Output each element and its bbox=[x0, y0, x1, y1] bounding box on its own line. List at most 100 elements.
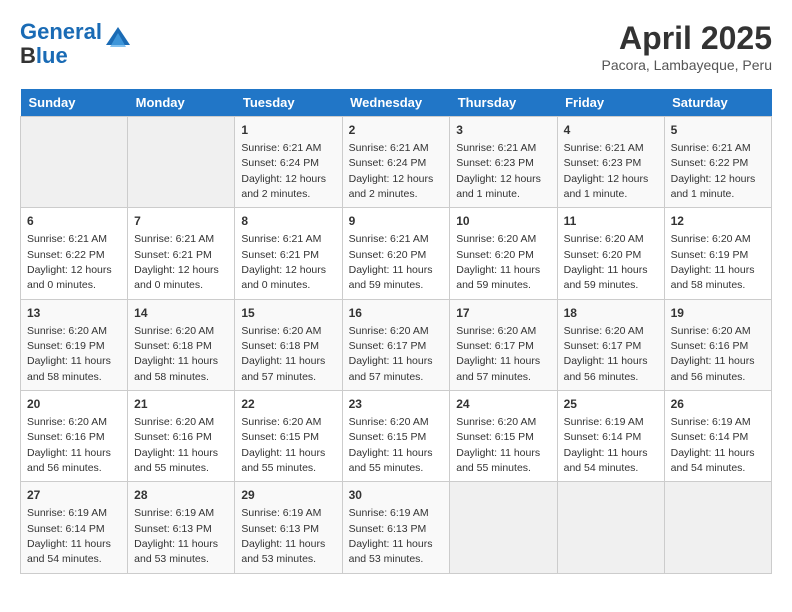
day-number: 11 bbox=[564, 213, 658, 230]
day-number: 4 bbox=[564, 122, 658, 139]
day-cell: 10 Sunrise: 6:20 AM Sunset: 6:20 PM Dayli… bbox=[450, 208, 557, 299]
title-area: April 2025 Pacora, Lambayeque, Peru bbox=[602, 20, 772, 73]
day-number: 1 bbox=[241, 122, 335, 139]
day-cell: 8Sunrise: 6:21 AM Sunset: 6:21 PM Daylig… bbox=[235, 208, 342, 299]
day-number: 19 bbox=[671, 305, 765, 322]
day-number: 15 bbox=[241, 305, 335, 322]
weekday-header-friday: Friday bbox=[557, 89, 664, 117]
day-info: Sunrise: 6:19 AM Sunset: 6:13 PM Dayligh… bbox=[349, 507, 433, 565]
day-info: Sunrise: 6:20 AM Sunset: 6:16 PM Dayligh… bbox=[134, 416, 218, 474]
header: GeneralBlue April 2025 Pacora, Lambayequ… bbox=[20, 20, 772, 73]
day-info: Sunrise: 6:21 AM Sunset: 6:21 PM Dayligh… bbox=[134, 233, 219, 291]
day-info: Sunrise: 6:21 AM Sunset: 6:24 PM Dayligh… bbox=[241, 142, 326, 200]
week-row-1: 1 Sunrise: 6:21 AM Sunset: 6:24 PM Daylig… bbox=[21, 117, 772, 208]
day-number: 6 bbox=[27, 213, 121, 230]
day-info: Sunrise: 6:20 AM Sunset: 6:16 PM Dayligh… bbox=[27, 416, 111, 474]
day-cell: 7 Sunrise: 6:21 AM Sunset: 6:21 PM Daylig… bbox=[128, 208, 235, 299]
day-number: 12 bbox=[671, 213, 765, 230]
weekday-header-saturday: Saturday bbox=[664, 89, 771, 117]
day-info: Sunrise: 6:20 AM Sunset: 6:18 PM Dayligh… bbox=[134, 325, 218, 383]
day-cell: 2Sunrise: 6:21 AM Sunset: 6:24 PM Daylig… bbox=[342, 117, 450, 208]
day-number: 9 bbox=[349, 213, 444, 230]
day-info: Sunrise: 6:20 AM Sunset: 6:20 PM Dayligh… bbox=[564, 233, 648, 291]
day-number: 24 bbox=[456, 396, 550, 413]
day-info: Sunrise: 6:19 AM Sunset: 6:14 PM Dayligh… bbox=[27, 507, 111, 565]
calendar-table: SundayMondayTuesdayWednesdayThursdayFrid… bbox=[20, 89, 772, 574]
day-cell bbox=[450, 482, 557, 573]
day-number: 3 bbox=[456, 122, 550, 139]
day-info: Sunrise: 6:20 AM Sunset: 6:17 PM Dayligh… bbox=[456, 325, 540, 383]
day-info: Sunrise: 6:19 AM Sunset: 6:13 PM Dayligh… bbox=[241, 507, 325, 565]
day-cell: 3 Sunrise: 6:21 AM Sunset: 6:23 PM Daylig… bbox=[450, 117, 557, 208]
day-cell: 15 Sunrise: 6:20 AM Sunset: 6:18 PM Dayli… bbox=[235, 299, 342, 390]
day-cell: 14 Sunrise: 6:20 AM Sunset: 6:18 PM Dayli… bbox=[128, 299, 235, 390]
day-cell: 1 Sunrise: 6:21 AM Sunset: 6:24 PM Daylig… bbox=[235, 117, 342, 208]
day-number: 30 bbox=[349, 487, 444, 504]
day-info: Sunrise: 6:21 AM Sunset: 6:22 PM Dayligh… bbox=[671, 142, 756, 200]
calendar-title: April 2025 bbox=[602, 20, 772, 57]
day-number: 13 bbox=[27, 305, 121, 322]
day-info: Sunrise: 6:20 AM Sunset: 6:15 PM Dayligh… bbox=[456, 416, 540, 474]
day-info: Sunrise: 6:19 AM Sunset: 6:14 PM Dayligh… bbox=[564, 416, 648, 474]
day-info: Sunrise: 6:21 AM Sunset: 6:22 PM Dayligh… bbox=[27, 233, 112, 291]
day-info: Sunrise: 6:19 AM Sunset: 6:13 PM Dayligh… bbox=[134, 507, 218, 565]
day-cell: 24 Sunrise: 6:20 AM Sunset: 6:15 PM Dayli… bbox=[450, 391, 557, 482]
day-info: Sunrise: 6:21 AM Sunset: 6:24 PM Dayligh… bbox=[349, 142, 434, 200]
day-cell: 20 Sunrise: 6:20 AM Sunset: 6:16 PM Dayli… bbox=[21, 391, 128, 482]
day-cell: 17 Sunrise: 6:20 AM Sunset: 6:17 PM Dayli… bbox=[450, 299, 557, 390]
day-info: Sunrise: 6:20 AM Sunset: 6:17 PM Dayligh… bbox=[349, 325, 433, 383]
week-row-3: 13 Sunrise: 6:20 AM Sunset: 6:19 PM Dayli… bbox=[21, 299, 772, 390]
weekday-header-sunday: Sunday bbox=[21, 89, 128, 117]
day-info: Sunrise: 6:20 AM Sunset: 6:15 PM Dayligh… bbox=[349, 416, 433, 474]
day-cell: 12 Sunrise: 6:20 AM Sunset: 6:19 PM Dayli… bbox=[664, 208, 771, 299]
day-cell: 22Sunrise: 6:20 AM Sunset: 6:15 PM Dayli… bbox=[235, 391, 342, 482]
weekday-header-thursday: Thursday bbox=[450, 89, 557, 117]
weekday-header-row: SundayMondayTuesdayWednesdayThursdayFrid… bbox=[21, 89, 772, 117]
week-row-5: 27 Sunrise: 6:19 AM Sunset: 6:14 PM Dayli… bbox=[21, 482, 772, 573]
day-info: Sunrise: 6:21 AM Sunset: 6:23 PM Dayligh… bbox=[456, 142, 541, 200]
day-info: Sunrise: 6:20 AM Sunset: 6:17 PM Dayligh… bbox=[564, 325, 648, 383]
day-cell: 25 Sunrise: 6:19 AM Sunset: 6:14 PM Dayli… bbox=[557, 391, 664, 482]
day-number: 14 bbox=[134, 305, 228, 322]
day-number: 10 bbox=[456, 213, 550, 230]
day-info: Sunrise: 6:20 AM Sunset: 6:19 PM Dayligh… bbox=[27, 325, 111, 383]
day-cell: 16 Sunrise: 6:20 AM Sunset: 6:17 PM Dayli… bbox=[342, 299, 450, 390]
day-number: 17 bbox=[456, 305, 550, 322]
day-cell bbox=[21, 117, 128, 208]
day-cell: 21Sunrise: 6:20 AM Sunset: 6:16 PM Dayli… bbox=[128, 391, 235, 482]
logo-icon bbox=[104, 25, 132, 53]
day-cell: 19Sunrise: 6:20 AM Sunset: 6:16 PM Dayli… bbox=[664, 299, 771, 390]
day-info: Sunrise: 6:20 AM Sunset: 6:18 PM Dayligh… bbox=[241, 325, 325, 383]
weekday-header-monday: Monday bbox=[128, 89, 235, 117]
day-cell: 9 Sunrise: 6:21 AM Sunset: 6:20 PM Daylig… bbox=[342, 208, 450, 299]
day-cell bbox=[557, 482, 664, 573]
day-info: Sunrise: 6:21 AM Sunset: 6:23 PM Dayligh… bbox=[564, 142, 649, 200]
day-cell bbox=[128, 117, 235, 208]
day-number: 25 bbox=[564, 396, 658, 413]
day-cell bbox=[664, 482, 771, 573]
day-info: Sunrise: 6:21 AM Sunset: 6:20 PM Dayligh… bbox=[349, 233, 433, 291]
day-number: 26 bbox=[671, 396, 765, 413]
day-number: 5 bbox=[671, 122, 765, 139]
day-number: 20 bbox=[27, 396, 121, 413]
day-info: Sunrise: 6:19 AM Sunset: 6:14 PM Dayligh… bbox=[671, 416, 755, 474]
logo-text: GeneralBlue bbox=[20, 20, 102, 68]
day-number: 27 bbox=[27, 487, 121, 504]
day-number: 8 bbox=[241, 213, 335, 230]
day-number: 23 bbox=[349, 396, 444, 413]
day-cell: 27 Sunrise: 6:19 AM Sunset: 6:14 PM Dayli… bbox=[21, 482, 128, 573]
day-cell: 18 Sunrise: 6:20 AM Sunset: 6:17 PM Dayli… bbox=[557, 299, 664, 390]
day-info: Sunrise: 6:20 AM Sunset: 6:15 PM Dayligh… bbox=[241, 416, 325, 474]
week-row-4: 20 Sunrise: 6:20 AM Sunset: 6:16 PM Dayli… bbox=[21, 391, 772, 482]
day-info: Sunrise: 6:20 AM Sunset: 6:19 PM Dayligh… bbox=[671, 233, 755, 291]
week-row-2: 6 Sunrise: 6:21 AM Sunset: 6:22 PM Daylig… bbox=[21, 208, 772, 299]
day-cell: 30 Sunrise: 6:19 AM Sunset: 6:13 PM Dayli… bbox=[342, 482, 450, 573]
day-cell: 5 Sunrise: 6:21 AM Sunset: 6:22 PM Daylig… bbox=[664, 117, 771, 208]
day-info: Sunrise: 6:20 AM Sunset: 6:20 PM Dayligh… bbox=[456, 233, 540, 291]
day-number: 16 bbox=[349, 305, 444, 322]
day-number: 18 bbox=[564, 305, 658, 322]
calendar-subtitle: Pacora, Lambayeque, Peru bbox=[602, 57, 772, 73]
day-number: 7 bbox=[134, 213, 228, 230]
day-cell: 29Sunrise: 6:19 AM Sunset: 6:13 PM Dayli… bbox=[235, 482, 342, 573]
day-cell: 6 Sunrise: 6:21 AM Sunset: 6:22 PM Daylig… bbox=[21, 208, 128, 299]
